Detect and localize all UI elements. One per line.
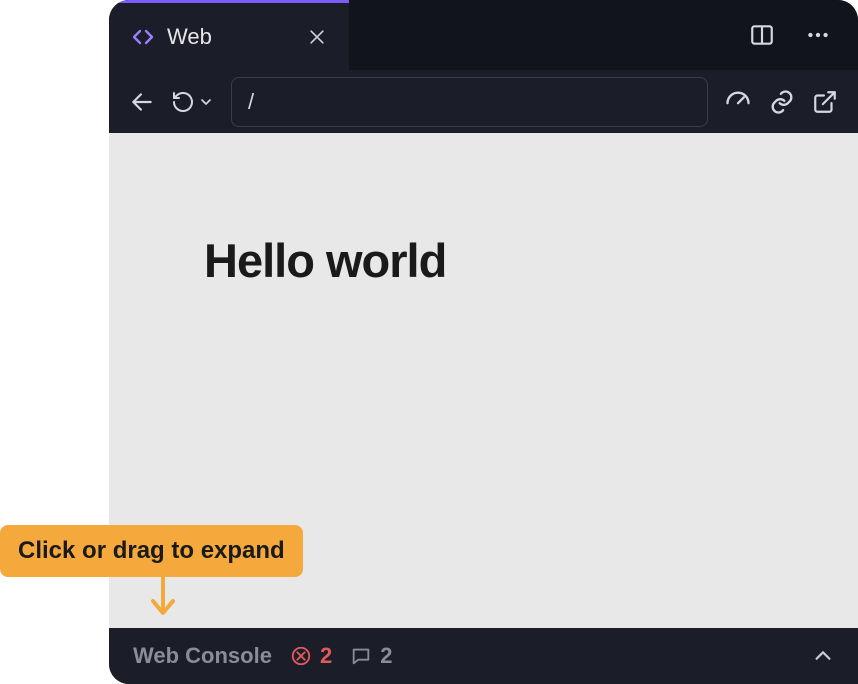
titlebar-right xyxy=(746,0,858,70)
link-icon[interactable] xyxy=(768,84,796,120)
message-icon xyxy=(350,645,372,667)
info-count[interactable]: 2 xyxy=(350,643,392,669)
chevron-down-icon xyxy=(197,84,215,120)
open-external-icon[interactable] xyxy=(812,84,838,120)
close-icon[interactable] xyxy=(307,27,327,47)
tooltip-callout: Click or drag to expand xyxy=(0,525,303,577)
app-window: Web xyxy=(109,0,858,684)
titlebar-spacer xyxy=(349,0,746,70)
titlebar: Web xyxy=(109,0,858,70)
reload-icon xyxy=(171,84,195,120)
arrow-down-icon xyxy=(148,573,178,619)
reload-button[interactable] xyxy=(171,84,215,120)
error-icon xyxy=(290,645,312,667)
tab-title: Web xyxy=(167,24,295,50)
active-tab[interactable]: Web xyxy=(109,0,349,70)
console-bar[interactable]: Web Console 2 2 xyxy=(109,628,858,684)
back-icon[interactable] xyxy=(129,84,155,120)
console-label: Web Console xyxy=(133,643,272,669)
page-heading: Hello world xyxy=(204,233,858,288)
info-count-value: 2 xyxy=(380,643,392,669)
code-icon xyxy=(131,25,155,49)
callout-text: Click or drag to expand xyxy=(18,537,285,564)
performance-icon[interactable] xyxy=(724,84,752,120)
error-count[interactable]: 2 xyxy=(290,643,332,669)
url-input[interactable] xyxy=(231,77,708,127)
toolbar xyxy=(109,70,858,133)
error-count-value: 2 xyxy=(320,643,332,669)
chevron-up-icon[interactable] xyxy=(812,645,834,667)
panel-toggle-icon[interactable] xyxy=(746,19,778,51)
more-icon[interactable] xyxy=(802,19,834,51)
